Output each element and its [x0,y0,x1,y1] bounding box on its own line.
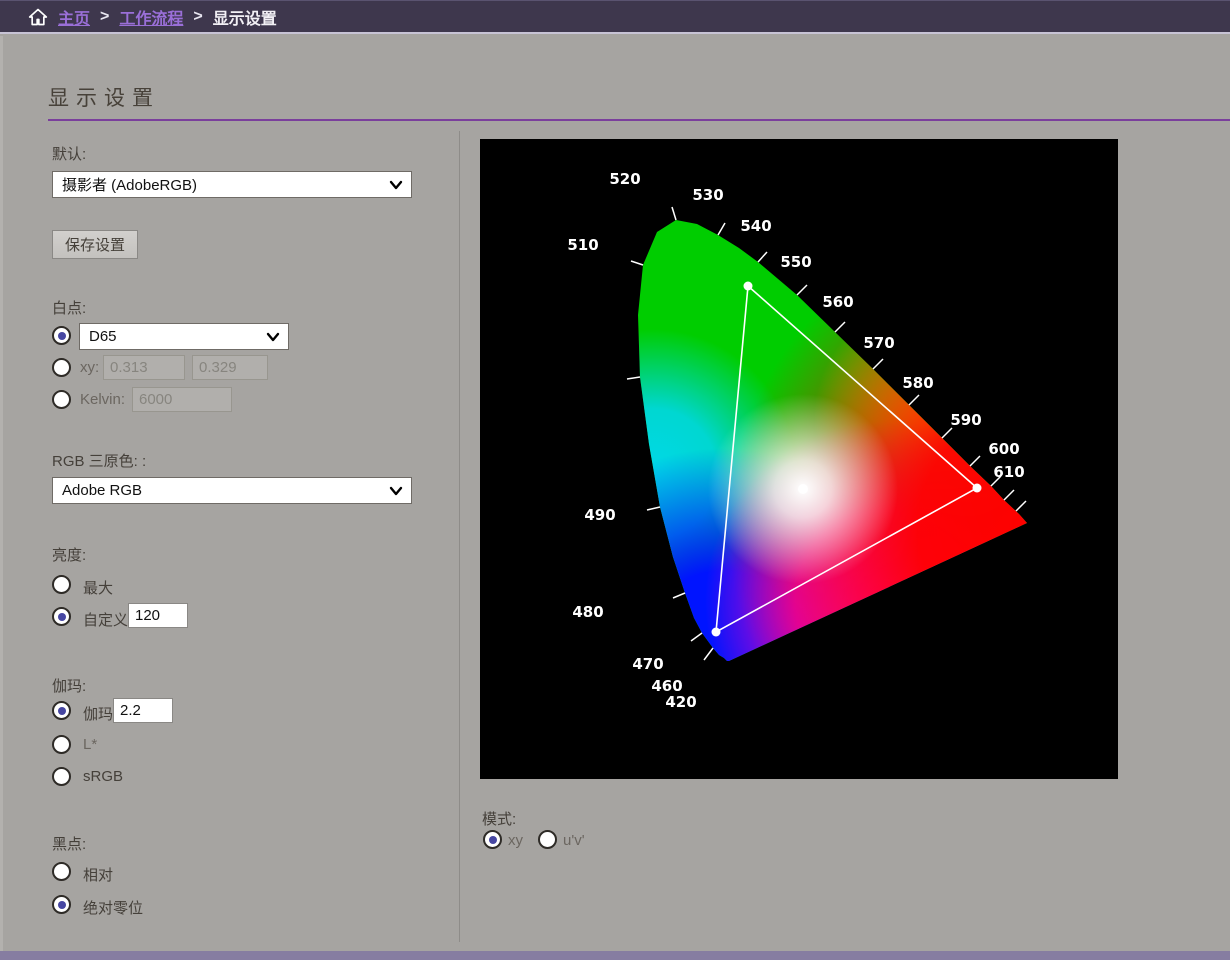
white-point-d65-radio[interactable] [52,326,71,345]
breadcrumb-home-link[interactable]: 主页 [58,5,90,29]
cie-chromaticity-chart: 520 530 540 550 560 570 580 590 600 610 … [480,139,1118,779]
breadcrumb-separator: > [193,8,202,26]
gamma-srgb-label: sRGB [83,768,123,785]
gamma-lstar-radio[interactable] [52,735,71,754]
gamma-value-radio[interactable] [52,701,71,720]
white-point-y-input[interactable] [192,355,268,380]
white-point-xy-label: xy: [80,359,99,376]
black-point-label: 黑点: [52,833,86,854]
cie-diagram-svg: 520 530 540 550 560 570 580 590 600 610 … [480,139,1118,779]
default-preset-value: 摄影者 (AdobeRGB) [62,174,197,195]
wavelength-label: 470 [632,655,663,673]
wavelength-label: 510 [567,236,598,254]
mode-label: 模式: [482,808,516,829]
chevron-down-icon [389,484,403,498]
chevron-down-icon [389,178,403,192]
white-point-kelvin-radio[interactable] [52,390,71,409]
green-primary-point [744,282,753,291]
wavelength-label: 520 [609,170,640,188]
left-edge-strip [0,36,3,951]
blue-primary-point [712,628,721,637]
wavelength-label: 550 [780,253,811,271]
white-point-kelvin-label: Kelvin: [80,391,125,408]
rgb-primaries-select[interactable]: Adobe RGB [52,477,412,504]
black-point-relative-label: 相对 [83,864,113,885]
default-preset-select[interactable]: 摄影者 (AdobeRGB) [52,171,412,198]
gamma-label: 伽玛: [52,675,86,696]
spectral-locus-fill [480,139,1118,779]
title-underline [48,119,1230,121]
mode-uv-label: u'v' [563,832,585,849]
wavelength-label: 480 [572,603,603,621]
breadcrumb-separator: > [100,8,109,26]
gamma-value-input[interactable] [113,698,173,723]
wavelength-label: 610 [993,463,1024,481]
white-point-d65-value: D65 [89,328,117,345]
gamma-srgb-radio[interactable] [52,767,71,786]
luminance-value-input[interactable] [128,603,188,628]
luminance-custom-label: 自定义 [83,609,128,630]
wavelength-label: 570 [863,334,894,352]
display-settings-page: { "header": { "breadcrumb": { "home": "主… [0,0,1230,960]
breadcrumb: 主页 > 工作流程 > 显示设置 [0,0,1230,34]
black-point-absolute-label: 绝对零位 [83,897,143,918]
rgb-primaries-value: Adobe RGB [62,482,142,499]
luminance-label: 亮度: [52,544,86,565]
luminance-max-radio[interactable] [52,575,71,594]
default-label: 默认: [52,143,86,164]
gamma-radio-label: 伽玛 [83,703,113,724]
wavelength-label: 600 [988,440,1019,458]
save-settings-button[interactable]: 保存设置 [52,230,138,259]
white-point-d65-select[interactable]: D65 [79,323,289,350]
red-primary-point [973,484,982,493]
breadcrumb-workflow-link[interactable]: 工作流程 [119,5,183,29]
page-title: 显示设置 [48,82,160,112]
black-point-absolute-radio[interactable] [52,895,71,914]
panel-divider [459,131,460,942]
mode-xy-label: xy [508,832,523,849]
home-icon[interactable] [28,7,48,27]
wavelength-label: 580 [902,374,933,392]
white-point-kelvin-input[interactable] [132,387,232,412]
luminance-max-label: 最大 [83,577,113,598]
bottom-accent-bar [0,951,1230,960]
wavelength-label: 490 [584,506,615,524]
white-point-label: 白点: [52,297,86,318]
mode-uv-radio[interactable] [538,830,557,849]
chevron-down-icon [266,330,280,344]
white-point-x-input[interactable] [103,355,185,380]
wavelength-label: 420 [665,693,696,711]
wavelength-label: 540 [740,217,771,235]
wavelength-label: 590 [950,411,981,429]
mode-xy-radio[interactable] [483,830,502,849]
luminance-custom-radio[interactable] [52,607,71,626]
gamma-lstar-label: L* [83,736,97,753]
breadcrumb-current: 显示设置 [213,5,277,29]
wavelength-label: 530 [692,186,723,204]
wavelength-label: 560 [822,293,853,311]
white-point-xy-radio[interactable] [52,358,71,377]
black-point-relative-radio[interactable] [52,862,71,881]
rgb-primaries-label: RGB 三原色: : [52,450,146,471]
white-point-marker [798,484,808,494]
